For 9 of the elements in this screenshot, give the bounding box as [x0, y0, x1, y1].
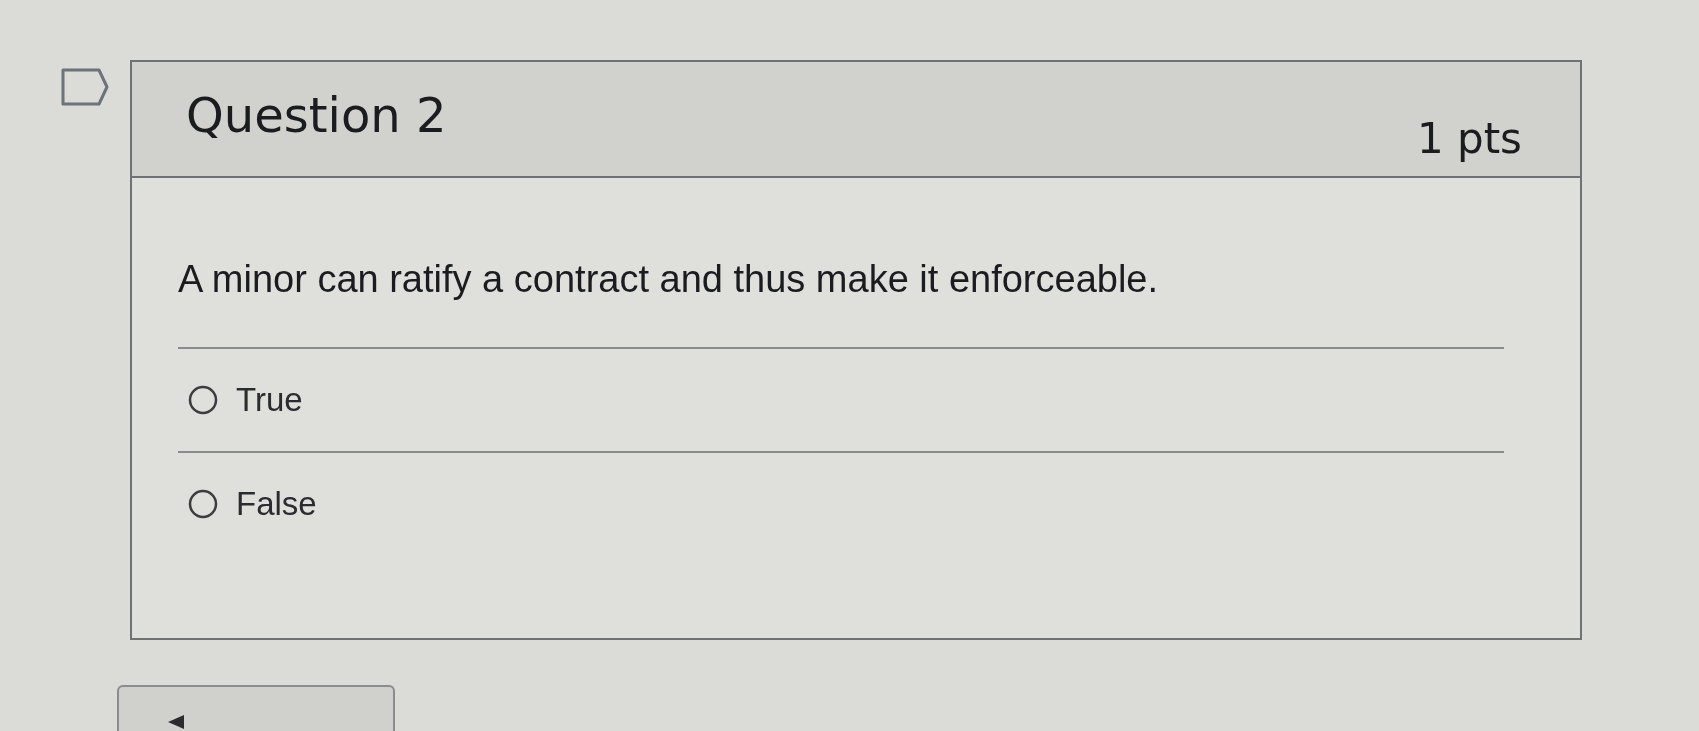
caret-left-icon: [167, 715, 185, 729]
answer-label[interactable]: False: [236, 485, 317, 523]
question-text: A minor can ratify a contract and thus make it enforceable.: [178, 258, 1160, 301]
question-title: Question 2: [186, 87, 447, 143]
radio-icon[interactable]: [188, 385, 218, 415]
tag-icon[interactable]: [61, 68, 109, 106]
radio-icon[interactable]: [188, 489, 218, 519]
question-points: 1 pts: [1416, 113, 1522, 163]
answer-label[interactable]: True: [236, 381, 303, 419]
